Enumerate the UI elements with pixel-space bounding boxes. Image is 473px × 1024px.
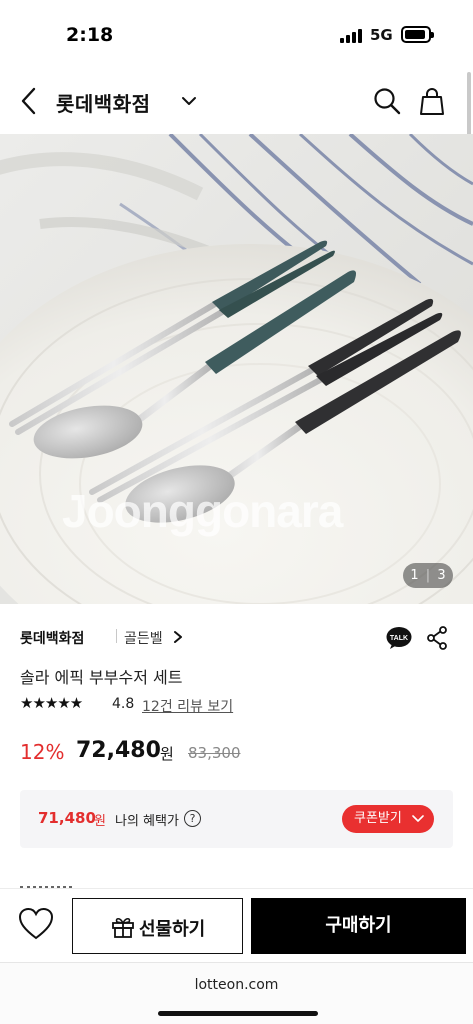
browser-url-bar: lotteon.com: [0, 962, 473, 1024]
rating-row: ★★★★★ 4.8 12건 리뷰 보기: [20, 694, 420, 716]
counter-total: 3: [437, 568, 446, 583]
status-bar: 2:18 5G: [0, 0, 473, 70]
share-icon[interactable]: [426, 626, 448, 650]
counter-separator: |: [425, 568, 431, 583]
chevron-left-icon[interactable]: [14, 84, 44, 118]
heart-icon[interactable]: [18, 907, 54, 941]
brand-name[interactable]: 롯데백화점: [20, 628, 84, 648]
search-icon[interactable]: [372, 86, 402, 116]
benefit-label: 나의 혜택가: [115, 814, 179, 829]
url-text[interactable]: lotteon.com: [0, 977, 473, 993]
product-image-gallery[interactable]: Joonggonara 1 | 3: [0, 134, 473, 604]
benefit-price-unit: 원: [94, 814, 106, 829]
gift-button-label: 선물하기: [139, 919, 206, 940]
gift-button[interactable]: 선물하기: [72, 898, 243, 954]
gift-icon: [112, 917, 134, 938]
signal-icon: [340, 27, 362, 43]
brand-row: 롯데백화점 골든벨 TALK: [20, 626, 453, 650]
page-title[interactable]: 롯데백화점: [56, 88, 151, 117]
coupon-button[interactable]: 쿠폰받기: [342, 805, 434, 833]
brand-divider: [116, 629, 117, 643]
svg-text:TALK: TALK: [390, 635, 408, 642]
price-unit: 원: [160, 745, 174, 763]
app-header: 롯데백화점: [0, 70, 473, 134]
bottom-action-bar: 선물하기 구매하기: [0, 888, 473, 962]
coupon-button-label: 쿠폰받기: [354, 811, 402, 826]
kakao-talk-icon[interactable]: TALK: [386, 626, 412, 650]
help-icon[interactable]: ?: [184, 810, 201, 827]
benefit-price-box: 71,480 원 나의 혜택가 ? 쿠폰받기: [20, 790, 453, 848]
status-time: 2:18: [66, 24, 114, 46]
counter-current: 1: [410, 568, 419, 583]
benefit-price: 71,480: [38, 809, 96, 827]
product-name: 솔라 에픽 부부수저 세트: [20, 668, 183, 687]
network-type: 5G: [370, 26, 393, 44]
battery-icon: [401, 26, 434, 43]
rating-value: 4.8: [112, 696, 135, 712]
original-price: 83,300: [188, 744, 241, 762]
shopping-bag-icon[interactable]: [418, 86, 446, 116]
price-row: 12% 72,480 원 83,300: [20, 738, 460, 768]
home-indicator[interactable]: [158, 1011, 318, 1016]
chevron-down-icon: [412, 815, 424, 822]
review-link[interactable]: 12건 리뷰 보기: [142, 696, 233, 716]
star-rating-icon: ★★★★★: [20, 694, 83, 712]
sale-price: 72,480: [76, 738, 161, 763]
chevron-right-icon[interactable]: [172, 630, 184, 644]
discount-rate: 12%: [20, 740, 65, 764]
sub-brand-link[interactable]: 골든벨: [124, 628, 163, 648]
watermark: Joonggonara: [62, 485, 343, 537]
image-counter: 1 | 3: [403, 563, 453, 588]
chevron-down-icon[interactable]: [180, 92, 198, 110]
buy-button[interactable]: 구매하기: [251, 898, 466, 954]
